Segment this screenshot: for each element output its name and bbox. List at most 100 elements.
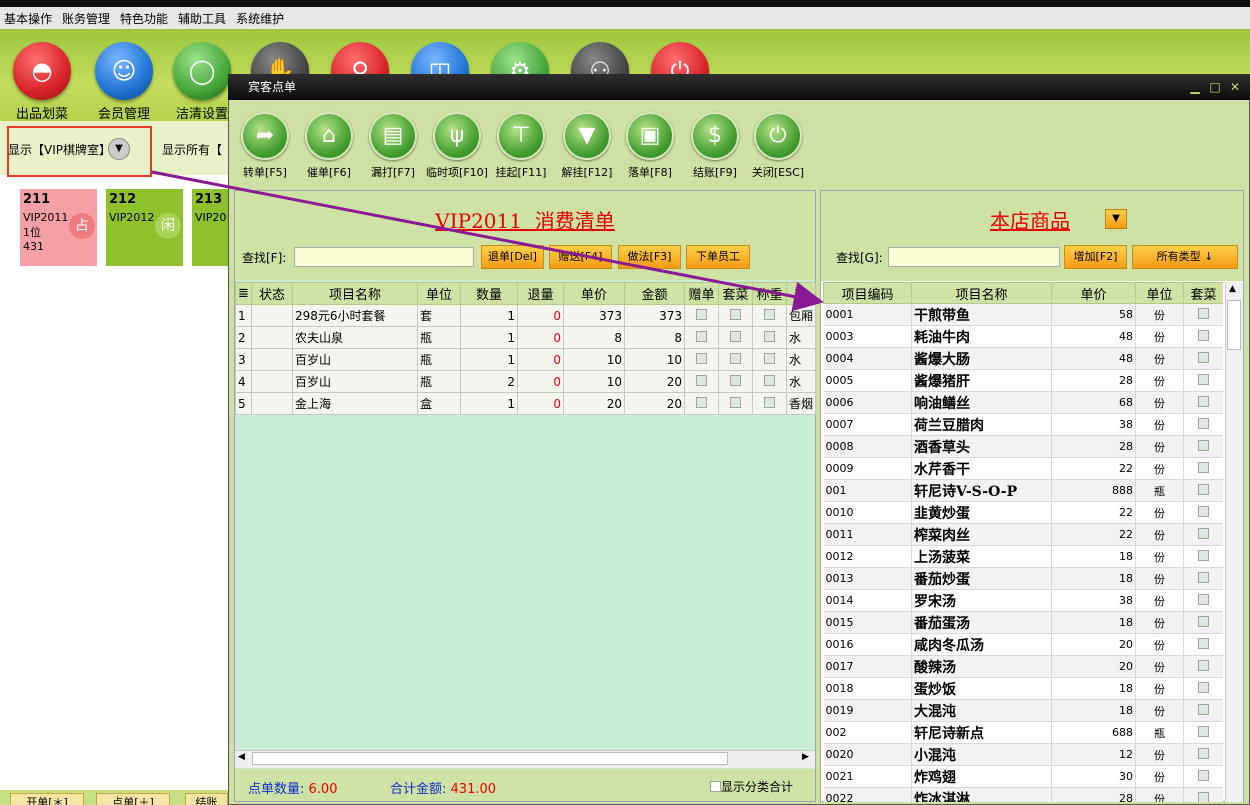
product-row[interactable]: 0006 响油鳝丝 68 份 (823, 391, 1223, 414)
col-returned[interactable]: 退量 (517, 282, 564, 305)
show-category-toggle[interactable]: 显示分类合计 (710, 778, 793, 795)
minimize-icon[interactable]: ▁ (1188, 80, 1202, 94)
product-row[interactable]: 002 轩尼诗新点 688 瓶 (823, 721, 1223, 744)
col-gift[interactable]: 赠单 (684, 282, 719, 305)
weigh-checkbox[interactable] (764, 330, 775, 342)
menu-accounts[interactable]: 账务管理 (62, 10, 110, 27)
menu-basic[interactable]: 基本操作 (4, 10, 52, 27)
weigh-checkbox[interactable] (764, 374, 775, 386)
close-dialog-button[interactable]: ⏻ 关闭[ESC] (745, 112, 811, 180)
product-row[interactable]: 0018 蛋炒饭 18 份 (823, 677, 1223, 700)
col-name[interactable]: 项目名称 (911, 282, 1052, 304)
open-order-button[interactable]: 开单[＊] (10, 793, 84, 805)
product-row[interactable]: 0003 耗油牛肉 48 份 (823, 325, 1223, 348)
product-row[interactable]: 0013 番茄炒蛋 18 份 (823, 567, 1223, 590)
place-order-button[interactable]: ▣ 落单[F8] (617, 112, 683, 180)
product-row[interactable]: 0012 上汤菠菜 18 份 (823, 545, 1223, 568)
order-row[interactable]: 3 百岁山瓶 1 0 10 10 水 (235, 348, 816, 371)
filter-dropdown-button[interactable]: ▼ (108, 138, 130, 160)
main-tool-cleaning[interactable]: ◯ 洁清设置 (167, 42, 237, 122)
close-icon[interactable]: ✕ (1228, 80, 1242, 94)
room-card[interactable]: 213 VIP20 (192, 189, 228, 266)
room-card[interactable]: 212 VIP2012 闲 (106, 189, 183, 266)
order-row[interactable]: 1 298元6小时套餐套 1 0 373 373 包厢 (235, 304, 816, 327)
gift-checkbox[interactable] (696, 374, 707, 386)
weigh-checkbox[interactable] (764, 352, 775, 364)
gift-checkbox[interactable] (696, 308, 707, 320)
set-menu-checkbox[interactable] (1198, 637, 1209, 649)
col-weigh[interactable]: 称重 (752, 282, 787, 305)
set-menu-checkbox[interactable] (1198, 549, 1209, 561)
method-button[interactable]: 做法[F3] (618, 245, 681, 269)
show-all-filter[interactable]: 显示所有【 (162, 141, 222, 158)
set-menu-checkbox[interactable] (1198, 769, 1209, 781)
set-menu-checkbox[interactable] (1198, 527, 1209, 539)
checkout-dialog-button[interactable]: $ 结账[F9] (682, 112, 748, 180)
set-menu-checkbox[interactable] (1198, 571, 1209, 583)
gift-checkbox[interactable] (696, 352, 707, 364)
set-checkbox[interactable] (730, 374, 741, 386)
set-checkbox[interactable] (730, 352, 741, 364)
col-price[interactable]: 单价 (1051, 282, 1136, 304)
product-row[interactable]: 0022 炸冰淇淋 28 份 (823, 787, 1223, 802)
set-menu-checkbox[interactable] (1198, 417, 1209, 429)
gift-checkbox[interactable] (696, 330, 707, 342)
weigh-checkbox[interactable] (764, 396, 775, 408)
set-menu-checkbox[interactable] (1198, 307, 1209, 319)
col-code[interactable]: 项目编码 (823, 282, 912, 304)
set-menu-checkbox[interactable] (1198, 791, 1209, 802)
menu-features[interactable]: 特色功能 (120, 10, 168, 27)
product-row[interactable]: 001 轩尼诗V-S-O-P 888 瓶 (823, 479, 1223, 502)
all-types-dropdown[interactable]: 所有类型 ↓ (1132, 245, 1238, 269)
scroll-right-icon[interactable]: ▶ (802, 752, 809, 762)
col-set[interactable]: 套菜 (718, 282, 753, 305)
set-menu-checkbox[interactable] (1198, 461, 1209, 473)
product-row[interactable]: 0017 酸辣汤 20 份 (823, 655, 1223, 678)
order-search-input[interactable] (294, 247, 474, 267)
col-category[interactable]: 商 (786, 282, 816, 305)
set-menu-checkbox[interactable] (1198, 681, 1209, 693)
set-menu-checkbox[interactable] (1198, 747, 1209, 759)
product-row[interactable]: 0014 罗宋汤 38 份 (823, 589, 1223, 612)
gift-checkbox[interactable] (696, 396, 707, 408)
set-checkbox[interactable] (730, 330, 741, 342)
product-row[interactable]: 0020 小混沌 12 份 (823, 743, 1223, 766)
main-tool-serve[interactable]: ◓ 出品划菜 (7, 42, 77, 122)
maximize-icon[interactable]: □ (1208, 80, 1222, 94)
order-staff-button[interactable]: 下单员工 (686, 245, 750, 269)
add-order-button[interactable]: 点单[＋] (96, 793, 170, 805)
products-scroll-thumb[interactable] (1227, 300, 1241, 350)
show-category-checkbox[interactable] (710, 781, 721, 792)
col-menu-icon[interactable]: ≣ (235, 282, 252, 305)
set-menu-checkbox[interactable] (1198, 725, 1209, 737)
gift-button[interactable]: 赠送[F4] (549, 245, 612, 269)
set-checkbox[interactable] (730, 308, 741, 320)
set-menu-checkbox[interactable] (1198, 329, 1209, 341)
scroll-up-icon[interactable]: ▲ (1229, 284, 1236, 294)
order-row[interactable]: 4 百岁山瓶 2 0 10 20 水 (235, 370, 816, 393)
menu-tools[interactable]: 辅助工具 (178, 10, 226, 27)
set-menu-checkbox[interactable] (1198, 373, 1209, 385)
main-tool-members[interactable]: ☺ 会员管理 (89, 42, 159, 122)
set-menu-checkbox[interactable] (1198, 659, 1209, 671)
product-row[interactable]: 0019 大混沌 18 份 (823, 699, 1223, 722)
product-row[interactable]: 0001 干煎带鱼 58 份 (823, 303, 1223, 326)
set-menu-checkbox[interactable] (1198, 703, 1209, 715)
hold-button[interactable]: ⊤ 挂起[F11] (488, 112, 554, 180)
scroll-left-icon[interactable]: ◀ (238, 752, 245, 762)
checkout-button[interactable]: 结账 (185, 793, 228, 805)
products-vertical-scrollbar[interactable] (1225, 282, 1243, 802)
product-row[interactable]: 0009 水芹香干 22 份 (823, 457, 1223, 480)
product-row[interactable]: 0007 荷兰豆腊肉 38 份 (823, 413, 1223, 436)
col-set-menu[interactable]: 套菜 (1183, 282, 1223, 304)
product-row[interactable]: 0015 番茄蛋汤 18 份 (823, 611, 1223, 634)
products-dropdown-button[interactable]: ▼ (1105, 209, 1127, 229)
reprint-button[interactable]: ▤ 漏打[F7] (360, 112, 426, 180)
product-row[interactable]: 0011 榨菜肉丝 22 份 (823, 523, 1223, 546)
col-qty[interactable]: 数量 (460, 282, 518, 305)
product-row[interactable]: 0021 炸鸡翅 30 份 (823, 765, 1223, 788)
menu-system[interactable]: 系统维护 (236, 10, 284, 27)
col-status[interactable]: 状态 (251, 282, 293, 305)
order-row[interactable]: 2 农夫山泉瓶 1 0 8 8 水 (235, 326, 816, 349)
col-unit[interactable]: 单位 (417, 282, 461, 305)
